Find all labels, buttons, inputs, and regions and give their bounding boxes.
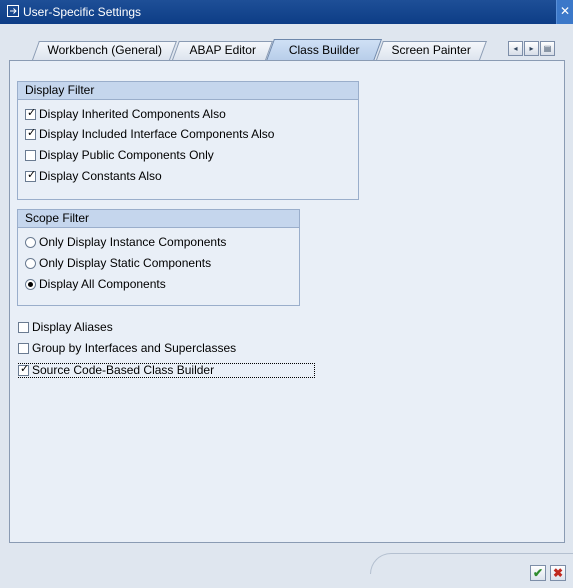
checkbox[interactable] (18, 343, 29, 354)
checkbox-label: Source Code-Based Class Builder (32, 363, 215, 377)
checkbox-inherited-components[interactable]: ✓ Display Inherited Components Also (25, 107, 226, 122)
radio-button[interactable] (25, 279, 36, 290)
checkbox[interactable]: ✓ (25, 107, 37, 120)
checkbox-label: Display Constants Also (39, 169, 162, 183)
radio-instance-components[interactable]: Only Display Instance Components (25, 235, 226, 250)
check-mark-icon: ✓ (27, 107, 37, 119)
checkbox-label: Display Aliases (32, 320, 113, 334)
radio-label: Only Display Instance Components (39, 235, 227, 249)
close-button[interactable]: ✕ (556, 0, 573, 24)
window-icon (7, 5, 19, 17)
checkbox-included-interface-components[interactable]: ✓ Display Included Interface Components A… (25, 127, 274, 142)
checkbox[interactable]: ✓ (25, 127, 37, 140)
checkbox-label: Display Public Components Only (39, 148, 214, 162)
tab-label: ABAP Editor (189, 43, 256, 57)
checkbox[interactable]: ✓ (18, 363, 30, 376)
tab-class-builder[interactable]: Class Builder (266, 39, 383, 61)
checkbox-display-aliases[interactable]: Display Aliases (18, 320, 113, 335)
checkbox-source-code-based-class-builder[interactable]: ✓ Source Code-Based Class Builder (18, 363, 214, 378)
tab-label: Screen Painter (391, 43, 472, 57)
checkbox-public-components-only[interactable]: Display Public Components Only (25, 148, 214, 163)
radio-dot-icon (28, 282, 33, 287)
tab-label: Workbench (General) (47, 43, 162, 57)
tab-screen-painter[interactable]: Screen Painter (376, 41, 487, 60)
dialog-footer: ✔ ✖ (0, 543, 573, 588)
ok-button[interactable]: ✔ (530, 565, 546, 581)
tab-next-button[interactable]: ▸ (524, 41, 539, 56)
radio-label: Only Display Static Components (39, 256, 212, 270)
radio-button[interactable] (25, 258, 36, 269)
tab-strip: Workbench (General) ABAP Editor Class Bu… (0, 24, 573, 61)
checkbox[interactable] (25, 150, 36, 161)
tab-prev-button[interactable]: ◂ (508, 41, 523, 56)
checkbox[interactable]: ✓ (25, 169, 37, 182)
checkbox-constants-also[interactable]: ✓ Display Constants Also (25, 169, 162, 184)
tab-abap-editor[interactable]: ABAP Editor (172, 41, 273, 60)
radio-static-components[interactable]: Only Display Static Components (25, 256, 211, 271)
display-filter-title: Display Filter (18, 82, 358, 100)
check-mark-icon: ✓ (27, 127, 37, 139)
scope-filter-title: Scope Filter (18, 210, 299, 228)
settings-panel: Display Filter ✓ Display Inherited Compon… (9, 60, 565, 543)
checkbox-label: Display Included Interface Components Al… (39, 127, 275, 141)
display-filter-group: Display Filter ✓ Display Inherited Compon… (17, 81, 359, 200)
title-bar: User-Specific Settings ✕ (0, 0, 573, 24)
window-title: User-Specific Settings (23, 5, 142, 19)
radio-all-components[interactable]: Display All Components (25, 277, 166, 292)
radio-label: Display All Components (39, 277, 166, 291)
check-mark-icon: ✓ (27, 169, 37, 181)
cancel-button[interactable]: ✖ (550, 565, 566, 581)
check-mark-icon: ✓ (20, 363, 30, 375)
checkbox[interactable] (18, 322, 29, 333)
scope-filter-group: Scope Filter Only Display Instance Compo… (17, 209, 300, 306)
checkbox-label: Group by Interfaces and Superclasses (32, 341, 237, 355)
checkbox-label: Display Inherited Components Also (39, 107, 226, 121)
tab-label: Class Builder (288, 43, 360, 57)
tab-workbench-general[interactable]: Workbench (General) (32, 41, 177, 60)
tab-list-button[interactable]: ▤ (540, 41, 555, 56)
radio-button[interactable] (25, 237, 36, 248)
checkbox-group-by-interfaces[interactable]: Group by Interfaces and Superclasses (18, 341, 236, 356)
